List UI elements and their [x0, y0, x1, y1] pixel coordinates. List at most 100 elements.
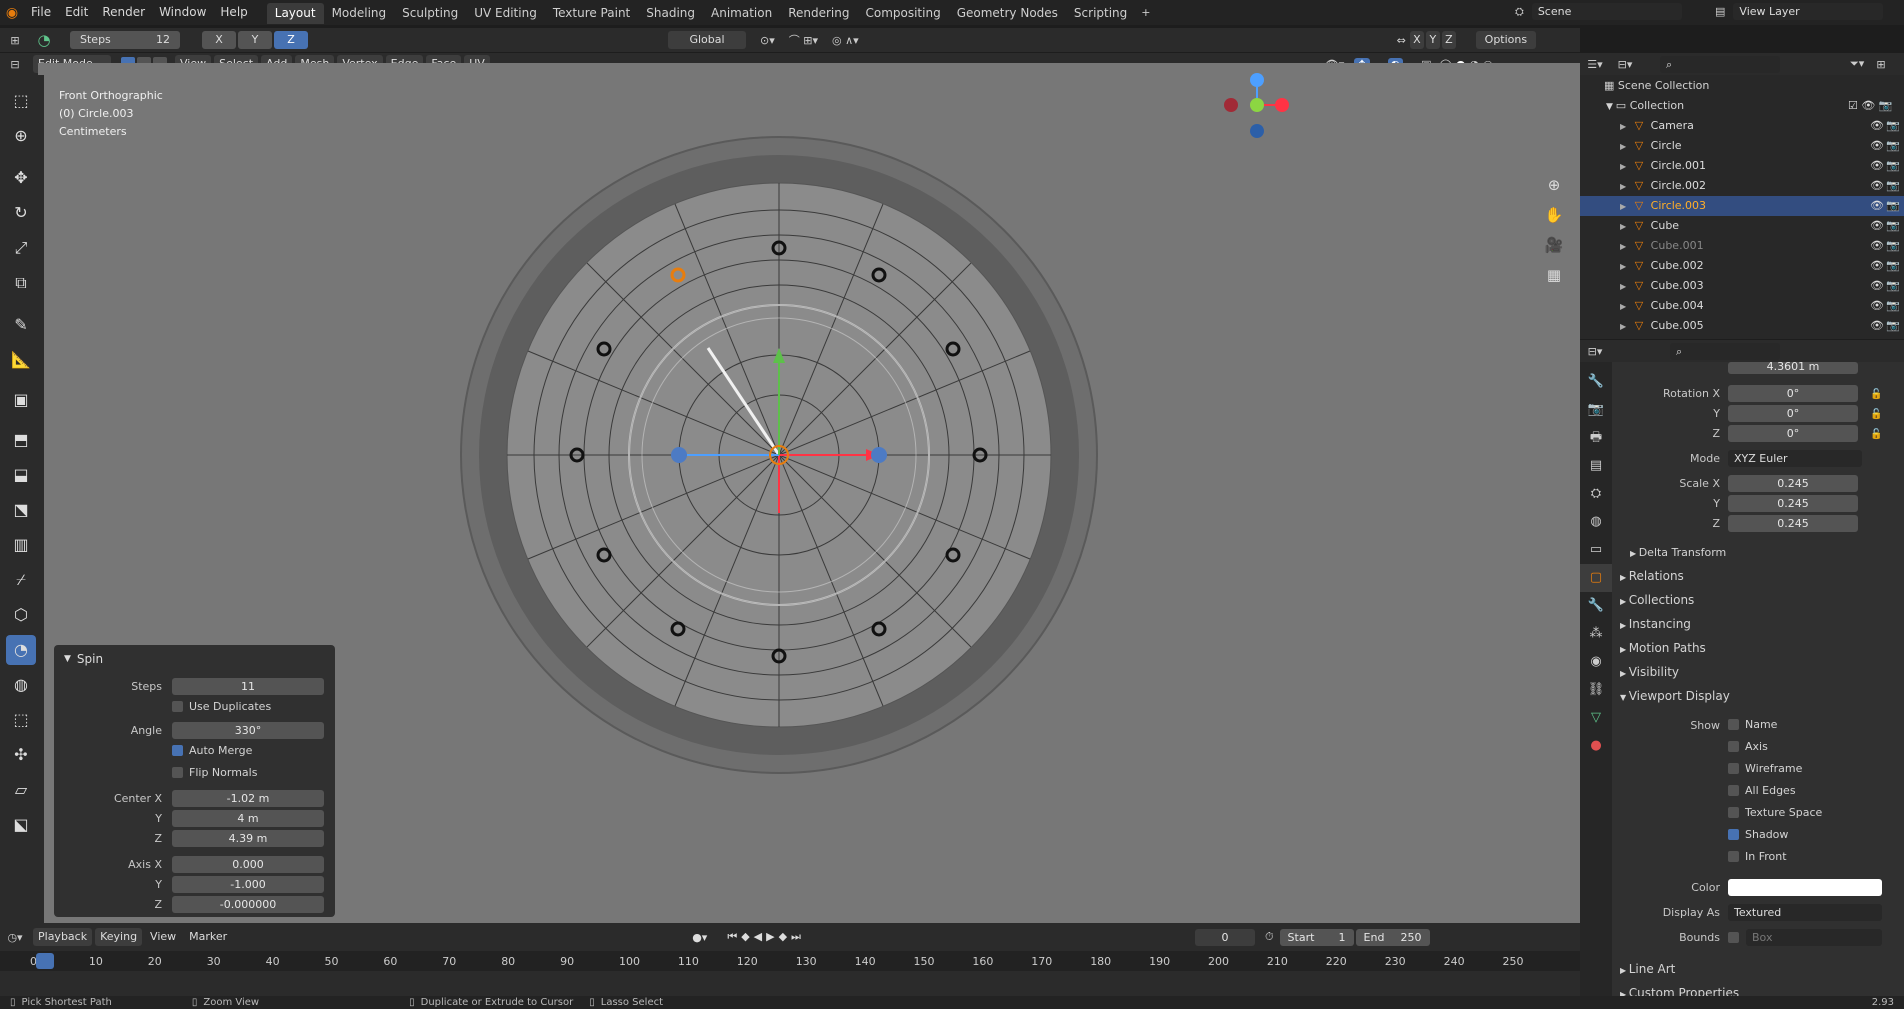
menu-keying[interactable]: Keying	[95, 928, 143, 946]
menu-window[interactable]: Window	[152, 0, 213, 25]
eye-icon[interactable]: 👁	[1870, 216, 1884, 236]
axis-x-button[interactable]: X	[202, 31, 236, 49]
show-checkbox[interactable]: Axis	[1728, 740, 1768, 753]
cursor-icon[interactable]: ⊕	[6, 121, 36, 151]
tab-shading[interactable]: Shading	[638, 3, 703, 24]
menu-playback[interactable]: Playback	[33, 928, 93, 946]
camera-icon[interactable]: 📷	[1886, 276, 1900, 296]
spin-steps-field[interactable]: 11	[172, 678, 324, 695]
show-checkbox[interactable]: Shadow	[1728, 828, 1788, 841]
annotate-icon[interactable]: ✎	[6, 310, 36, 340]
editor-type-icon[interactable]: ⊞	[0, 34, 30, 47]
scale-x-field[interactable]: 0.245	[1728, 475, 1858, 492]
view-layer-tab-icon[interactable]: ▤	[1580, 452, 1612, 480]
props-search[interactable]: ⌕	[1670, 342, 1780, 360]
axis-z-field[interactable]: -0.000000	[172, 896, 324, 913]
steps-field[interactable]: Steps 12	[70, 31, 180, 49]
view-layer-selector[interactable]: ▤ View Layer	[1715, 3, 1884, 20]
mirror-x[interactable]: X	[1409, 31, 1424, 49]
expand-icon[interactable]: ▶	[1620, 222, 1629, 231]
constraints-tab-icon[interactable]: ⛓	[1580, 676, 1612, 704]
view-layer-name[interactable]: View Layer	[1733, 3, 1884, 20]
edge-slide-icon[interactable]: ⬚	[6, 705, 36, 735]
loop-cut-icon[interactable]: ▥	[6, 530, 36, 560]
axis-y-field[interactable]: -1.000	[172, 876, 324, 893]
move-icon[interactable]: ✥	[6, 163, 36, 193]
rip-icon[interactable]: ⬕	[6, 810, 36, 840]
render-tab-icon[interactable]: 📷	[1580, 396, 1612, 424]
outliner-search[interactable]: ⌕	[1660, 55, 1780, 73]
visibility-section[interactable]: ▶ Visibility	[1620, 665, 1679, 679]
options-dropdown[interactable]: Options	[1475, 31, 1536, 49]
scene-collection-row[interactable]: ▦ Scene Collection	[1580, 76, 1904, 96]
collections-section[interactable]: ▶ Collections	[1620, 593, 1694, 607]
record-icon[interactable]: ●▾	[692, 931, 707, 944]
lock-icon[interactable]: 🔓	[1870, 385, 1882, 405]
current-frame-field[interactable]: 0	[1194, 928, 1255, 946]
expand-icon[interactable]: ▶	[1620, 262, 1629, 271]
display-mode-icon[interactable]: ⊟▾	[1610, 58, 1640, 71]
start-frame-field[interactable]: Start 1	[1279, 928, 1354, 946]
scene-selector[interactable]: ⛭ Scene	[1515, 3, 1682, 20]
tab-sculpting[interactable]: Sculpting	[394, 3, 466, 24]
editor-type-3d-icon[interactable]: ⊟	[0, 58, 30, 71]
show-checkbox[interactable]: Wireframe	[1728, 762, 1802, 775]
camera-icon[interactable]: 📷	[1886, 296, 1900, 316]
playback-controls[interactable]: ⏮◆◀▶◆⏭	[727, 930, 805, 944]
orientation-dropdown[interactable]: Global	[668, 31, 746, 49]
center-y-field[interactable]: 4 m	[172, 810, 324, 827]
camera-icon[interactable]: 📷	[1886, 316, 1900, 336]
particles-tab-icon[interactable]: ⁂	[1580, 620, 1612, 648]
expand-icon[interactable]: ▶	[1620, 242, 1629, 251]
expand-icon[interactable]: ▶	[1620, 182, 1629, 191]
world-tab-icon[interactable]: ◍	[1580, 508, 1612, 536]
shrink-fatten-icon[interactable]: ✣	[6, 740, 36, 770]
mirror-y[interactable]: Y	[1425, 31, 1440, 49]
camera-icon[interactable]: 📷	[1886, 156, 1900, 176]
eye-icon[interactable]: 👁	[1870, 276, 1884, 296]
show-checkbox[interactable]: Texture Space	[1728, 806, 1822, 819]
expand-icon[interactable]: ▶	[1620, 162, 1629, 171]
expand-icon[interactable]: ▶	[1620, 322, 1629, 331]
tool-tab-icon[interactable]: 🔧	[1580, 368, 1612, 396]
outliner-item[interactable]: ▶ ▽ Circle.003 👁 📷	[1580, 196, 1904, 216]
eye-icon[interactable]: 👁	[1870, 176, 1884, 196]
tab-uv-editing[interactable]: UV Editing	[466, 3, 545, 24]
location-z-field[interactable]: 4.3601 m	[1728, 361, 1858, 374]
menu-timeline-view[interactable]: View	[145, 928, 181, 946]
auto-merge-checkbox[interactable]: Auto Merge	[172, 744, 252, 757]
expand-icon[interactable]: ▶	[1620, 142, 1629, 151]
pan-hand-icon[interactable]: ✋	[1542, 200, 1566, 230]
add-cube-icon[interactable]: ▣	[6, 385, 36, 415]
camera-icon[interactable]: 📷	[1886, 236, 1900, 256]
extrude-icon[interactable]: ⬒	[6, 425, 36, 455]
axis-y-button[interactable]: Y	[238, 31, 272, 49]
axis-z-button[interactable]: Z	[274, 31, 308, 49]
transform-icon[interactable]: ⧉	[6, 268, 36, 298]
collection-tab-icon[interactable]: ▭	[1580, 536, 1612, 564]
playhead[interactable]	[36, 953, 54, 969]
timeline-editor-icon[interactable]: ◷▾	[0, 931, 30, 944]
menu-edit[interactable]: Edit	[58, 0, 95, 25]
scale-z-field[interactable]: 0.245	[1728, 515, 1858, 532]
camera-icon[interactable]: 📷	[1886, 256, 1900, 276]
rotation-z-field[interactable]: 0°	[1728, 425, 1858, 442]
mirror-z[interactable]: Z	[1441, 31, 1456, 49]
eye-icon[interactable]: 👁	[1870, 256, 1884, 276]
outliner-item[interactable]: ▶ ▽ Circle.002 👁 📷	[1580, 176, 1904, 196]
bounds-dropdown[interactable]: Box	[1746, 929, 1882, 946]
material-tab-icon[interactable]: ●	[1580, 732, 1612, 760]
scale-y-field[interactable]: 0.245	[1728, 495, 1858, 512]
bevel-icon[interactable]: ⬔	[6, 495, 36, 525]
instancing-section[interactable]: ▶ Instancing	[1620, 617, 1691, 631]
camera-icon[interactable]: 📷	[1886, 116, 1900, 136]
bounds-checkbox[interactable]	[1728, 932, 1739, 943]
collection-row[interactable]: ▼ ▭ Collection ☑ 👁 📷	[1580, 96, 1904, 116]
tab-geometry-nodes[interactable]: Geometry Nodes	[949, 3, 1066, 24]
expand-icon[interactable]: ▶	[1620, 302, 1629, 311]
expand-icon[interactable]: ▶	[1620, 122, 1629, 131]
menu-marker[interactable]: Marker	[184, 928, 232, 946]
camera-icon[interactable]: 📷	[1886, 136, 1900, 156]
scene-name[interactable]: Scene	[1531, 3, 1682, 20]
delta-transform-section[interactable]: ▶ Delta Transform	[1630, 546, 1726, 559]
